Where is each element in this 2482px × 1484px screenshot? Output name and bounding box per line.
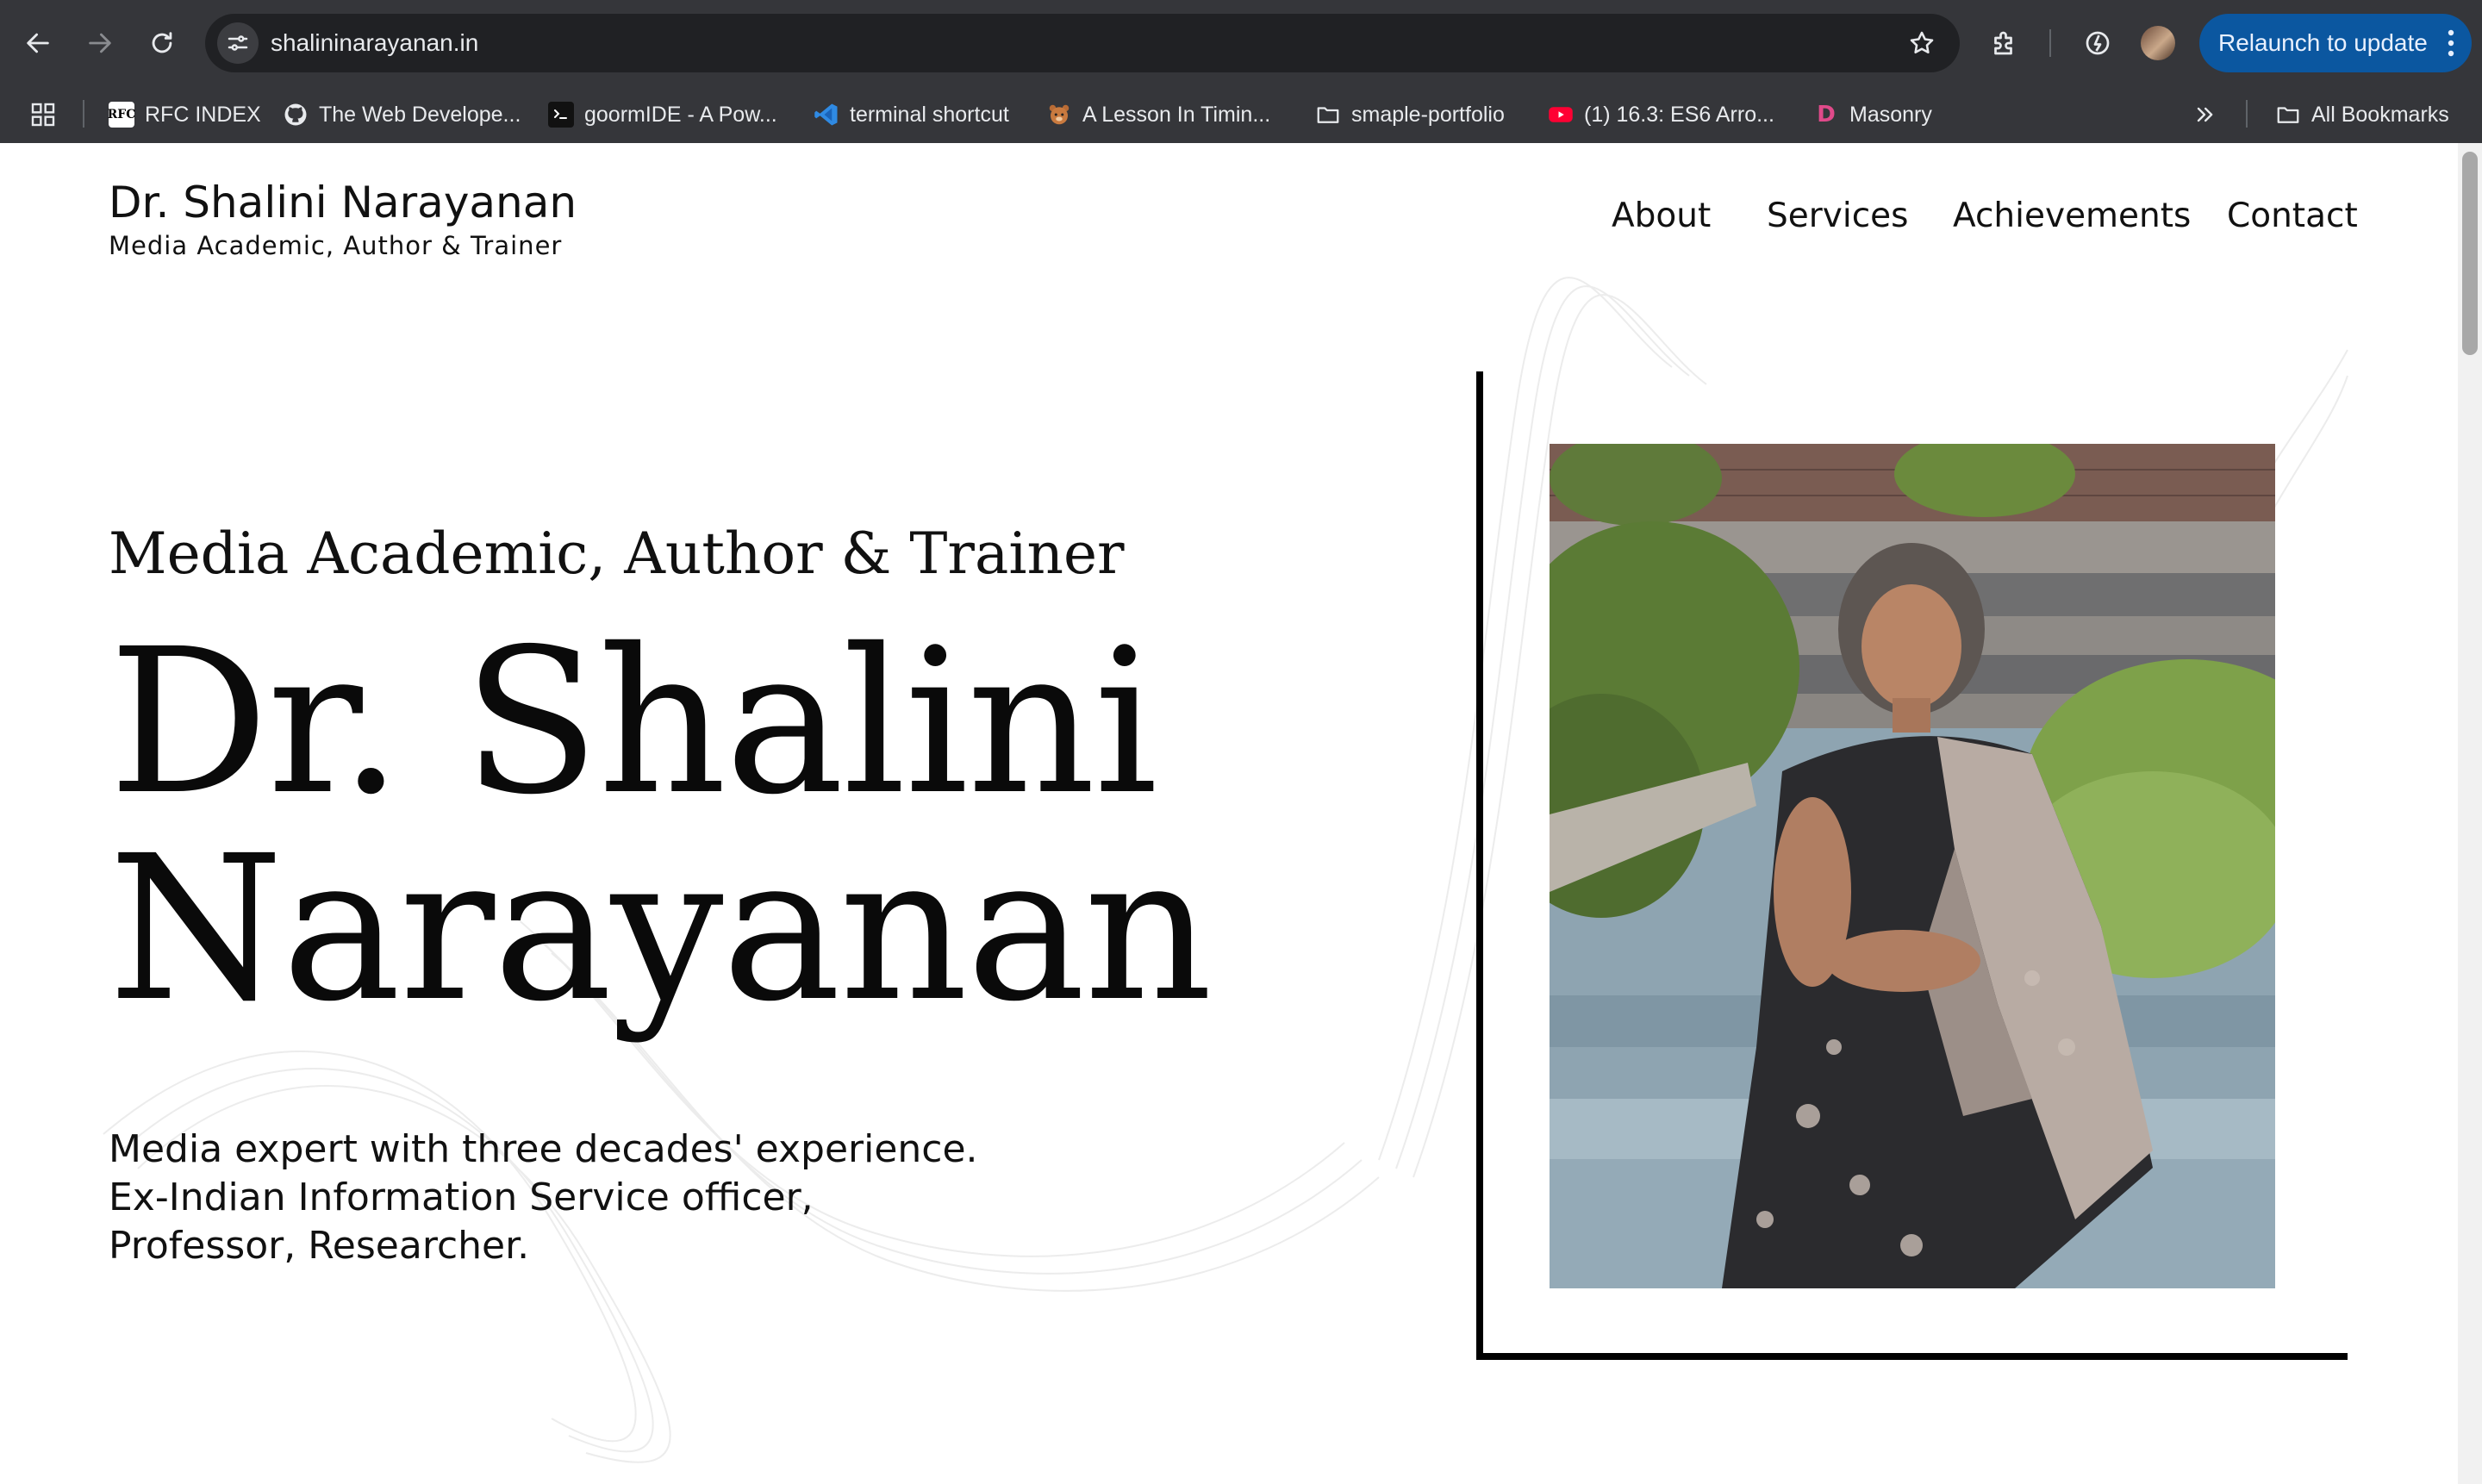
bookmark-web-developer[interactable]: The Web Develope... [283, 97, 521, 133]
github-icon [283, 102, 309, 128]
arrow-right-icon [89, 33, 111, 53]
hero-title-line-1: Dr. Shalini [109, 606, 1158, 839]
profile-avatar[interactable] [2141, 26, 2175, 60]
site-info-button[interactable] [217, 22, 259, 64]
youtube-icon [1548, 102, 1574, 128]
chevron-double-right-icon [2197, 107, 2213, 122]
nav-link-about[interactable]: About [1612, 196, 1711, 235]
relaunch-label: Relaunch to update [2218, 29, 2428, 56]
folder-icon [1315, 102, 1341, 128]
hero-description-line-3: Professor, Researcher. [109, 1224, 530, 1268]
browser-toolbar: shalininarayanan.in Relaunch to update [0, 0, 2482, 86]
address-bar[interactable]: shalininarayanan.in [205, 14, 1960, 72]
nav-link-services[interactable]: Services [1767, 196, 1908, 235]
bookmarks-divider [83, 100, 84, 128]
vscode-icon [814, 102, 839, 128]
apps-grid-icon [31, 103, 55, 127]
bookmark-label: terminal shortcut [850, 102, 1009, 127]
bookmark-label: RFC INDEX [145, 102, 261, 127]
bookmarks-overflow-button[interactable] [2192, 97, 2217, 133]
star-icon [1910, 31, 1934, 54]
arrow-left-icon [27, 33, 49, 53]
bookmark-terminal-shortcut[interactable]: terminal shortcut [814, 97, 1009, 133]
portrait-frame-left [1476, 371, 1483, 1360]
hero-subtitle: Media Academic, Author & Trainer [109, 521, 1125, 587]
bear-icon [1046, 102, 1072, 128]
bookmark-label: goormIDE - A Pow... [584, 102, 777, 127]
reload-icon [152, 32, 172, 53]
performance-button[interactable] [2079, 24, 2117, 62]
portrait-photo [1550, 444, 2275, 1288]
bookmark-label: Masonry [1849, 102, 1932, 127]
bookmark-star-button[interactable] [1903, 24, 1941, 62]
bookmark-folder-smaple-portfolio[interactable]: smaple-portfolio [1315, 97, 1505, 133]
site-brand-name[interactable]: Dr. Shalini Narayanan [109, 178, 577, 228]
relaunch-button[interactable]: Relaunch to update [2199, 14, 2472, 72]
site-brand-tagline: Media Academic, Author & Trainer [109, 231, 563, 260]
page-scrollbar-thumb[interactable] [2462, 152, 2478, 355]
portrait-frame-bottom [1476, 1353, 2348, 1360]
page-viewport: Dr. Shalini Narayanan Media Academic, Au… [0, 143, 2458, 1484]
hero-description-line-1: Media expert with three decades' experie… [109, 1127, 978, 1171]
bookmark-label: The Web Develope... [319, 102, 521, 127]
all-bookmarks-label: All Bookmarks [2311, 102, 2449, 127]
puzzle-icon [1994, 31, 2012, 55]
url-text[interactable]: shalininarayanan.in [271, 14, 478, 72]
nav-link-contact[interactable]: Contact [2227, 196, 2358, 235]
bookmark-lesson-in-timing[interactable]: A Lesson In Timin... [1046, 97, 1270, 133]
forward-button[interactable] [79, 22, 121, 64]
bookmark-goormide[interactable]: goormIDE - A Pow... [548, 97, 777, 133]
bookmark-masonry[interactable]: D Masonry [1813, 97, 1932, 133]
apps-button[interactable] [29, 97, 57, 133]
toolbar-divider [2049, 29, 2051, 57]
masonry-favicon: D [1817, 102, 1836, 128]
back-button[interactable] [17, 22, 59, 64]
browser-chrome: shalininarayanan.in Relaunch to update R… [0, 0, 2482, 143]
bookmark-label: A Lesson In Timin... [1082, 102, 1271, 127]
tune-icon [228, 35, 248, 51]
terminal-icon [548, 102, 574, 128]
bookmark-rfc-index[interactable]: RFC RFC INDEX [108, 97, 261, 133]
nav-link-achievements[interactable]: Achievements [1953, 196, 2191, 235]
extensions-button[interactable] [1986, 24, 2024, 62]
reload-button[interactable] [141, 22, 183, 64]
speedometer-icon [2086, 31, 2110, 55]
all-bookmarks-button[interactable]: All Bookmarks [2275, 97, 2449, 133]
bookmark-label: smaple-portfolio [1351, 102, 1505, 127]
bookmark-label: (1) 16.3: ES6 Arro... [1584, 102, 1774, 127]
bookmarks-divider [2246, 100, 2248, 128]
more-vert-icon [2448, 29, 2454, 57]
bookmark-youtube-es6[interactable]: (1) 16.3: ES6 Arro... [1548, 97, 1774, 133]
bookmarks-bar: RFC RFC INDEX The Web Develope... goormI… [0, 86, 2482, 143]
hero-title-line-2: Narayanan [109, 813, 1213, 1045]
hero-description-line-2: Ex-Indian Information Service officer, [109, 1175, 814, 1219]
rfc-favicon: RFC [108, 102, 135, 128]
folder-icon [2275, 102, 2301, 128]
